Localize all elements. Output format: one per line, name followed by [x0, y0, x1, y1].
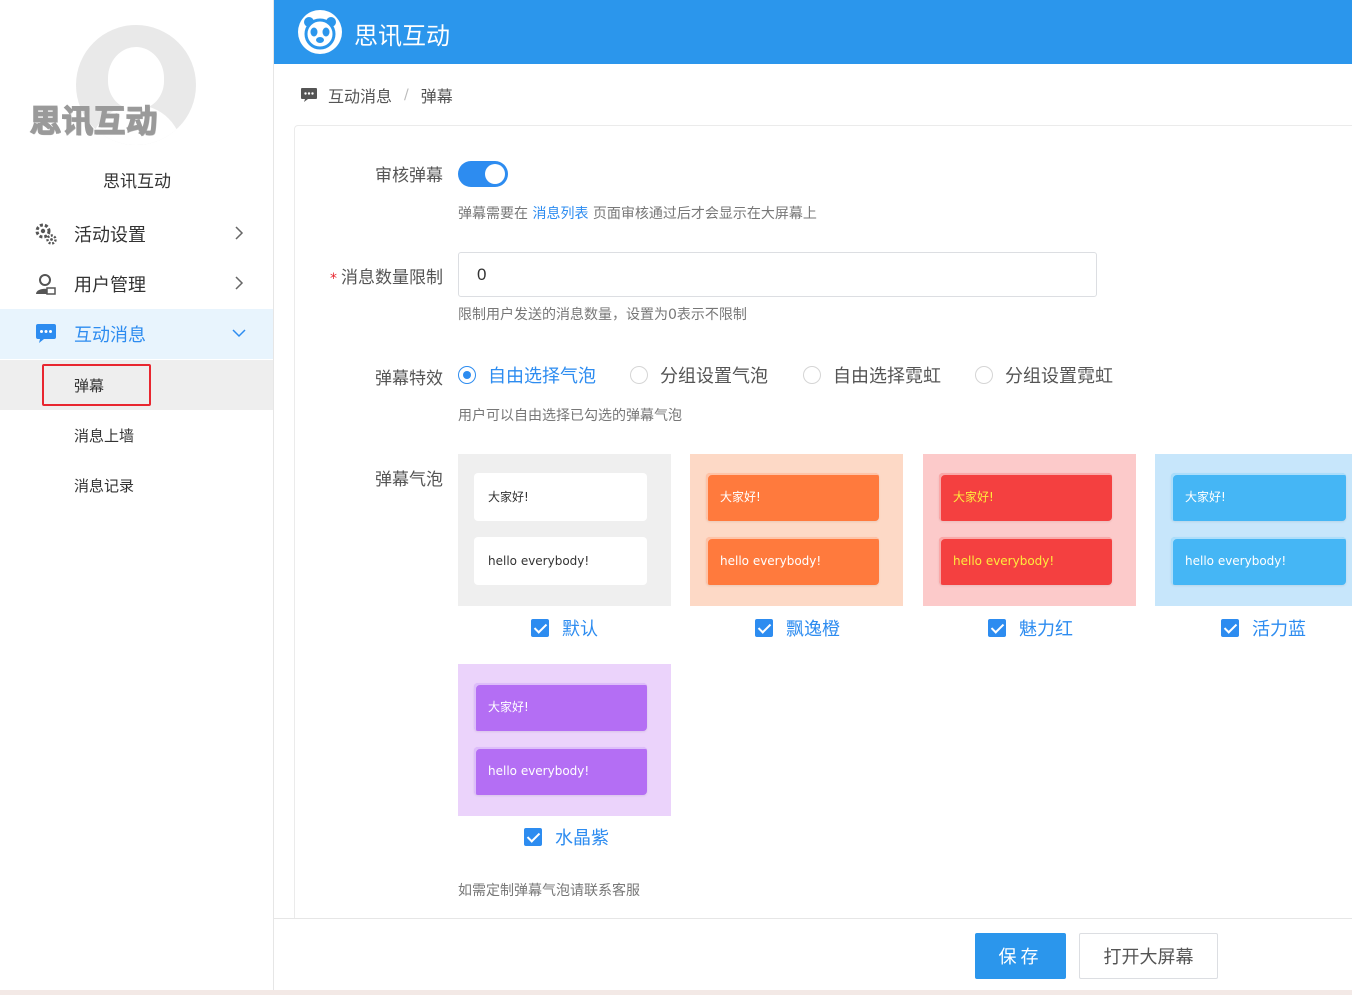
- bubble-name: 活力蓝: [1252, 619, 1306, 640]
- account-name: 思讯互动: [103, 172, 171, 192]
- bubbles-help: 如需定制弹幕气泡请联系客服: [458, 883, 640, 899]
- checkbox-checked-icon: [988, 619, 1006, 637]
- sidebar-subitem-label: 消息记录: [74, 477, 135, 495]
- radio-label: 分组设置气泡: [660, 366, 768, 387]
- bubble-line-1: 大家好!: [1171, 473, 1346, 521]
- review-toggle[interactable]: [458, 161, 508, 187]
- bubble-checkbox-red[interactable]: 魅力红: [988, 617, 1073, 640]
- effect-label: 弹幕特效: [375, 369, 443, 389]
- bubble-preview-red[interactable]: 大家好! hello everybody!: [923, 454, 1136, 606]
- sidebar-item-user-management[interactable]: 用户管理: [0, 259, 273, 309]
- bubble-line-2: hello everybody!: [1171, 537, 1346, 585]
- message-list-link[interactable]: 消息列表: [532, 206, 588, 222]
- user-manage-icon: [36, 274, 56, 295]
- bubble-checkbox-purple[interactable]: 水晶紫: [524, 826, 609, 849]
- chevron-right-icon: [235, 276, 244, 290]
- bubble-line-1: 大家好!: [474, 473, 647, 521]
- breadcrumb: 互动消息 / 弹幕: [300, 83, 453, 107]
- breadcrumb-current: 弹幕: [420, 87, 453, 106]
- radio-dot: [458, 366, 476, 384]
- bubble-name: 魅力红: [1019, 619, 1073, 640]
- radio-dot: [803, 366, 821, 384]
- limit-label-text: 消息数量限制: [341, 268, 443, 288]
- bubble-line-1: 大家好!: [706, 473, 879, 521]
- radio-dot: [630, 366, 648, 384]
- checkbox-checked-icon: [531, 619, 549, 637]
- bubble-line-2: hello everybody!: [474, 747, 647, 795]
- radio-free-bubble[interactable]: 自由选择气泡: [458, 362, 596, 388]
- bubble-name: 水晶紫: [555, 828, 609, 849]
- app-title: 思讯互动: [354, 22, 450, 50]
- bubble-line-2: hello everybody!: [706, 537, 879, 585]
- breadcrumb-parent[interactable]: 互动消息: [328, 83, 392, 107]
- sidebar-subitem-message-wall[interactable]: 消息上墙: [0, 410, 273, 460]
- review-help-suffix: 页面审核通过后才会显示在大屏幕上: [592, 206, 817, 222]
- checkbox-checked-icon: [755, 619, 773, 637]
- required-mark: *: [330, 271, 337, 287]
- chat-icon: [301, 88, 317, 102]
- bubble-line-2: hello everybody!: [939, 537, 1112, 585]
- sidebar-item-activity-settings[interactable]: 活动设置: [0, 209, 273, 259]
- panda-logo-icon[interactable]: [298, 10, 342, 54]
- radio-free-neon[interactable]: 自由选择霓虹: [803, 362, 941, 388]
- bubble-name: 飘逸橙: [786, 619, 840, 640]
- radio-group-neon[interactable]: 分组设置霓虹: [975, 362, 1113, 388]
- bubble-preview-blue[interactable]: 大家好! hello everybody!: [1155, 454, 1352, 606]
- checkbox-checked-icon: [524, 828, 542, 846]
- radio-label: 分组设置霓虹: [1005, 366, 1113, 387]
- bubble-preview-purple[interactable]: 大家好! hello everybody!: [458, 664, 671, 816]
- review-label: 审核弹幕: [375, 166, 443, 186]
- effect-help: 用户可以自由选择已勾选的弹幕气泡: [458, 408, 682, 424]
- sidebar: 思讯互动 思讯互动 活动设置 用户管理 互动消息 弹幕 消息上墙 消息记录: [0, 0, 274, 995]
- radio-dot: [975, 366, 993, 384]
- sidebar-item-label: 互动消息: [74, 325, 146, 346]
- sidebar-item-interactive-messages[interactable]: 互动消息: [0, 309, 273, 359]
- review-help-prefix: 弹幕需要在: [458, 206, 528, 222]
- bubbles-label: 弹幕气泡: [375, 470, 443, 490]
- bubble-line-1: 大家好!: [939, 473, 1112, 521]
- chevron-right-icon: [235, 226, 244, 240]
- bubble-checkbox-blue[interactable]: 活力蓝: [1221, 617, 1306, 640]
- save-button[interactable]: 保存: [975, 933, 1066, 979]
- radio-group-bubble[interactable]: 分组设置气泡: [630, 362, 768, 388]
- top-header: 思讯互动: [274, 0, 1352, 64]
- review-help: 弹幕需要在 消息列表 页面审核通过后才会显示在大屏幕上: [458, 203, 817, 223]
- bottom-strip: [0, 990, 1352, 995]
- sidebar-item-label: 用户管理: [74, 275, 146, 296]
- toggle-knob: [485, 164, 505, 184]
- limit-label: * 消息数量限制: [283, 263, 443, 288]
- bubble-line-1: 大家好!: [474, 683, 647, 731]
- sidebar-subitem-message-log[interactable]: 消息记录: [0, 460, 273, 510]
- checkbox-checked-icon: [1221, 619, 1239, 637]
- bubble-preview-orange[interactable]: 大家好! hello everybody!: [690, 454, 903, 606]
- limit-help: 限制用户发送的消息数量，设置为0表示不限制: [458, 307, 747, 323]
- gears-icon: [35, 223, 57, 245]
- sidebar-subitem-label: 消息上墙: [74, 427, 135, 445]
- highlight-box: [42, 364, 151, 406]
- radio-label: 自由选择气泡: [488, 366, 596, 387]
- message-limit-input[interactable]: [458, 252, 1097, 297]
- radio-label: 自由选择霓虹: [833, 366, 941, 387]
- bubble-preview-default[interactable]: 大家好! hello everybody!: [458, 454, 671, 606]
- chat-bubble-icon: [36, 324, 56, 343]
- avatar-logo-text: 思讯互动: [29, 103, 158, 141]
- bubble-name: 默认: [562, 619, 598, 640]
- sidebar-item-label: 活动设置: [74, 225, 146, 246]
- open-big-screen-button[interactable]: 打开大屏幕: [1079, 933, 1218, 979]
- bubble-line-2: hello everybody!: [474, 537, 647, 585]
- bubble-checkbox-default[interactable]: 默认: [531, 617, 598, 640]
- breadcrumb-separator: /: [404, 87, 409, 103]
- chevron-down-icon: [232, 329, 246, 338]
- bubble-checkbox-orange[interactable]: 飘逸橙: [755, 617, 840, 640]
